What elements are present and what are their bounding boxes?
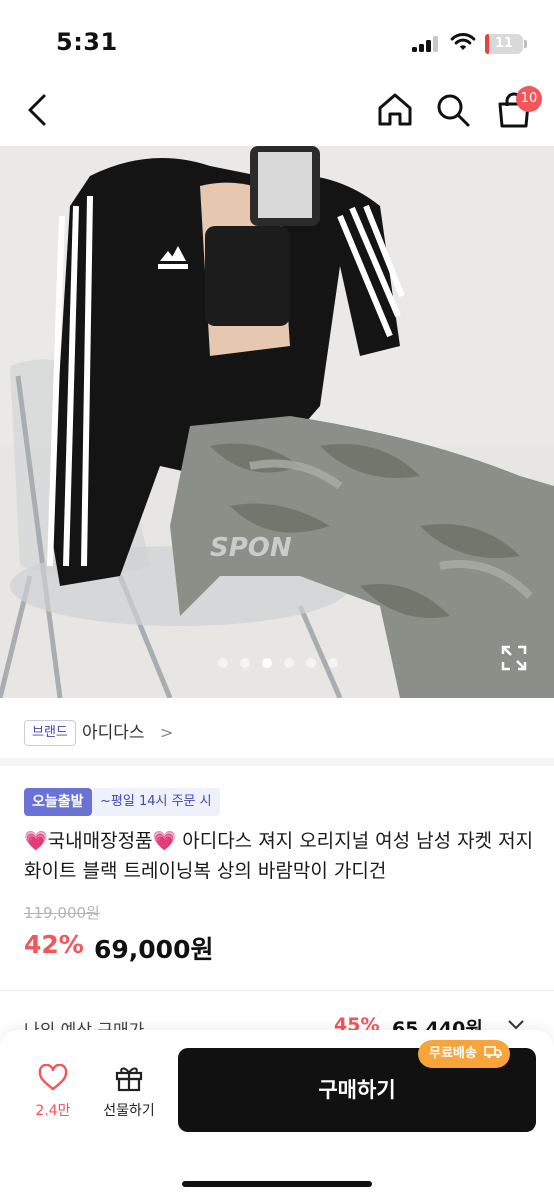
like-button[interactable]: 2.4만 [20,1060,86,1124]
pagination-dot[interactable] [328,658,338,668]
search-icon[interactable] [434,90,472,130]
pagination-dot[interactable] [306,658,316,668]
product-image[interactable]: SPON [0,146,554,698]
pagination-dot[interactable] [284,658,294,668]
pagination-dot[interactable] [262,658,272,668]
discount-rate: 42% [24,930,84,959]
free-shipping-label: 무료배송 [429,1046,477,1061]
order-cutoff-tag: ~평일 14시 주문 시 [92,788,220,816]
cart-count-badge: 10 [516,86,542,112]
expand-icon[interactable] [500,644,528,672]
back-icon[interactable] [20,90,56,130]
gift-button[interactable]: 선물하기 [94,1060,164,1124]
today-shipping-tag: 오늘출발 [24,788,92,816]
gift-icon [115,1067,143,1092]
sale-price: 69,000원 [94,935,214,964]
free-shipping-badge: 무료배송 [418,1040,511,1068]
brand-row[interactable]: 브랜드 아디다스 > [0,698,554,766]
status-time: 5:31 [56,28,118,56]
heart-icon [38,1064,68,1091]
section-divider [0,990,554,991]
pagination-dot[interactable] [218,658,228,668]
home-icon[interactable] [376,90,414,130]
chevron-right-icon: > [160,723,174,742]
wifi-icon [450,33,476,50]
original-price: 119,000원 [24,904,100,922]
image-pagination[interactable] [210,656,340,670]
battery-icon: 11 [485,34,523,54]
battery-percentage: 11 [494,36,514,51]
image-watermark: SPON [210,533,292,563]
pagination-dot[interactable] [240,658,250,668]
home-indicator [182,1181,372,1187]
signal-icon [412,36,440,52]
status-bar: 5:31 11 [0,0,554,80]
brand-tag: 브랜드 [24,720,76,746]
truck-icon [484,1046,503,1059]
like-count: 2.4만 [35,1103,71,1119]
product-title: 💗국내매장정품💗 아디다스 져지 오리지널 여성 남성 자켓 저지 화이트 블랙… [24,830,534,882]
top-navigation [0,80,554,144]
gift-label: 선물하기 [103,1103,155,1119]
product-photo-illustration: SPON [0,146,554,698]
brand-name[interactable]: 아디다스 [82,720,145,746]
battery-cap [524,40,527,48]
